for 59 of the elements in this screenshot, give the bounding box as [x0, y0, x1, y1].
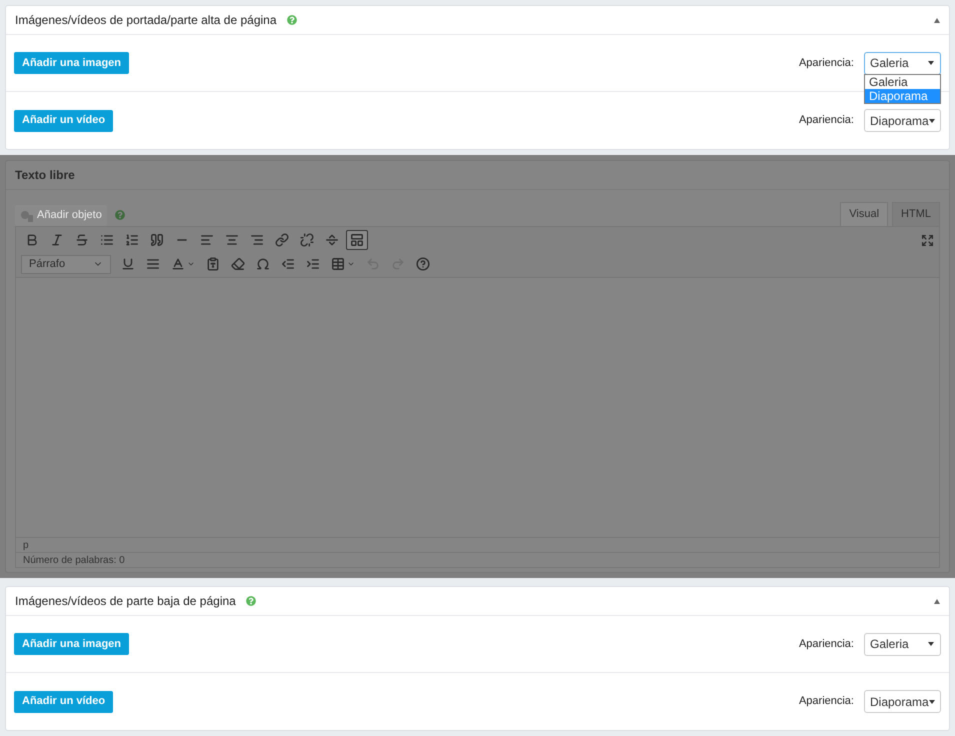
fullscreen-icon[interactable]	[921, 234, 934, 246]
appearance-label: Apariencia:	[798, 113, 854, 128]
appearance-label: Apariencia:	[798, 56, 854, 71]
add-button[interactable]: Añadir una imagen	[14, 633, 130, 655]
help-icon	[416, 257, 430, 271]
appearance-select[interactable]: Galeria	[864, 52, 941, 74]
appearance-select[interactable]: Diaporama	[864, 109, 941, 132]
dropdown-option[interactable]: Galeria	[865, 74, 940, 88]
caret-icon	[928, 61, 934, 65]
editor-tab[interactable]: Visual	[840, 202, 888, 226]
toolbar-toggle-icon	[350, 233, 364, 247]
collapse-icon[interactable]	[934, 18, 940, 22]
appearance-select[interactable]: Diaporama	[864, 690, 941, 713]
appearance-label: Apariencia:	[798, 636, 854, 652]
collapse-icon[interactable]	[934, 598, 940, 604]
caret-icon	[928, 642, 934, 646]
align-left-icon	[200, 233, 214, 247]
appearance-select[interactable]: Galeria	[864, 632, 941, 656]
add-object-button[interactable]: Añadir objeto	[15, 205, 107, 226]
bold-icon	[25, 233, 39, 247]
indent-icon	[306, 257, 320, 271]
panel-title: Imágenes/vídeos de portada/parte alta de página	[15, 12, 277, 29]
appearance-label: Apariencia:	[798, 694, 854, 710]
element-path: p	[23, 538, 29, 552]
caret-icon	[187, 260, 195, 268]
format-select[interactable]: Párrafo	[21, 254, 111, 274]
add-button[interactable]: Añadir una imagen	[14, 52, 130, 74]
panel-title: Texto libre	[15, 167, 75, 184]
media-icon	[20, 210, 34, 222]
word-count: Número de palabras: 0	[23, 554, 125, 568]
omega-icon	[256, 257, 270, 271]
outdent-icon	[281, 257, 295, 271]
editor-tab[interactable]: HTML	[892, 202, 940, 226]
add-button[interactable]: Añadir un vídeo	[14, 690, 114, 712]
paste-text-icon	[206, 257, 220, 271]
help-icon[interactable]	[246, 596, 256, 606]
add-button[interactable]: Añadir un vídeo	[14, 110, 114, 132]
help-icon[interactable]	[286, 15, 297, 25]
align-center-icon	[225, 233, 239, 247]
read-more-icon	[325, 233, 339, 247]
caret-icon	[928, 118, 935, 122]
eraser-icon	[231, 257, 245, 271]
text-color-icon	[171, 257, 185, 271]
align-right-icon	[250, 233, 264, 247]
bullet-list-icon	[100, 233, 114, 247]
dropdown-option[interactable]: Diaporama	[865, 88, 940, 102]
italic-icon	[50, 233, 64, 247]
strikethrough-icon	[75, 233, 89, 247]
link-icon	[275, 233, 289, 247]
toolbar-toggle-button[interactable]	[346, 230, 368, 250]
caret-icon	[928, 700, 935, 704]
align-justify-icon	[146, 257, 160, 271]
numbered-list-icon	[125, 233, 139, 247]
caret-icon	[347, 260, 355, 268]
panel-title: Imágenes/vídeos de parte baja de página	[15, 593, 236, 610]
underline-icon	[121, 257, 135, 271]
quote-icon	[150, 233, 164, 247]
table-icon	[331, 257, 345, 271]
unlink-icon	[300, 233, 314, 247]
